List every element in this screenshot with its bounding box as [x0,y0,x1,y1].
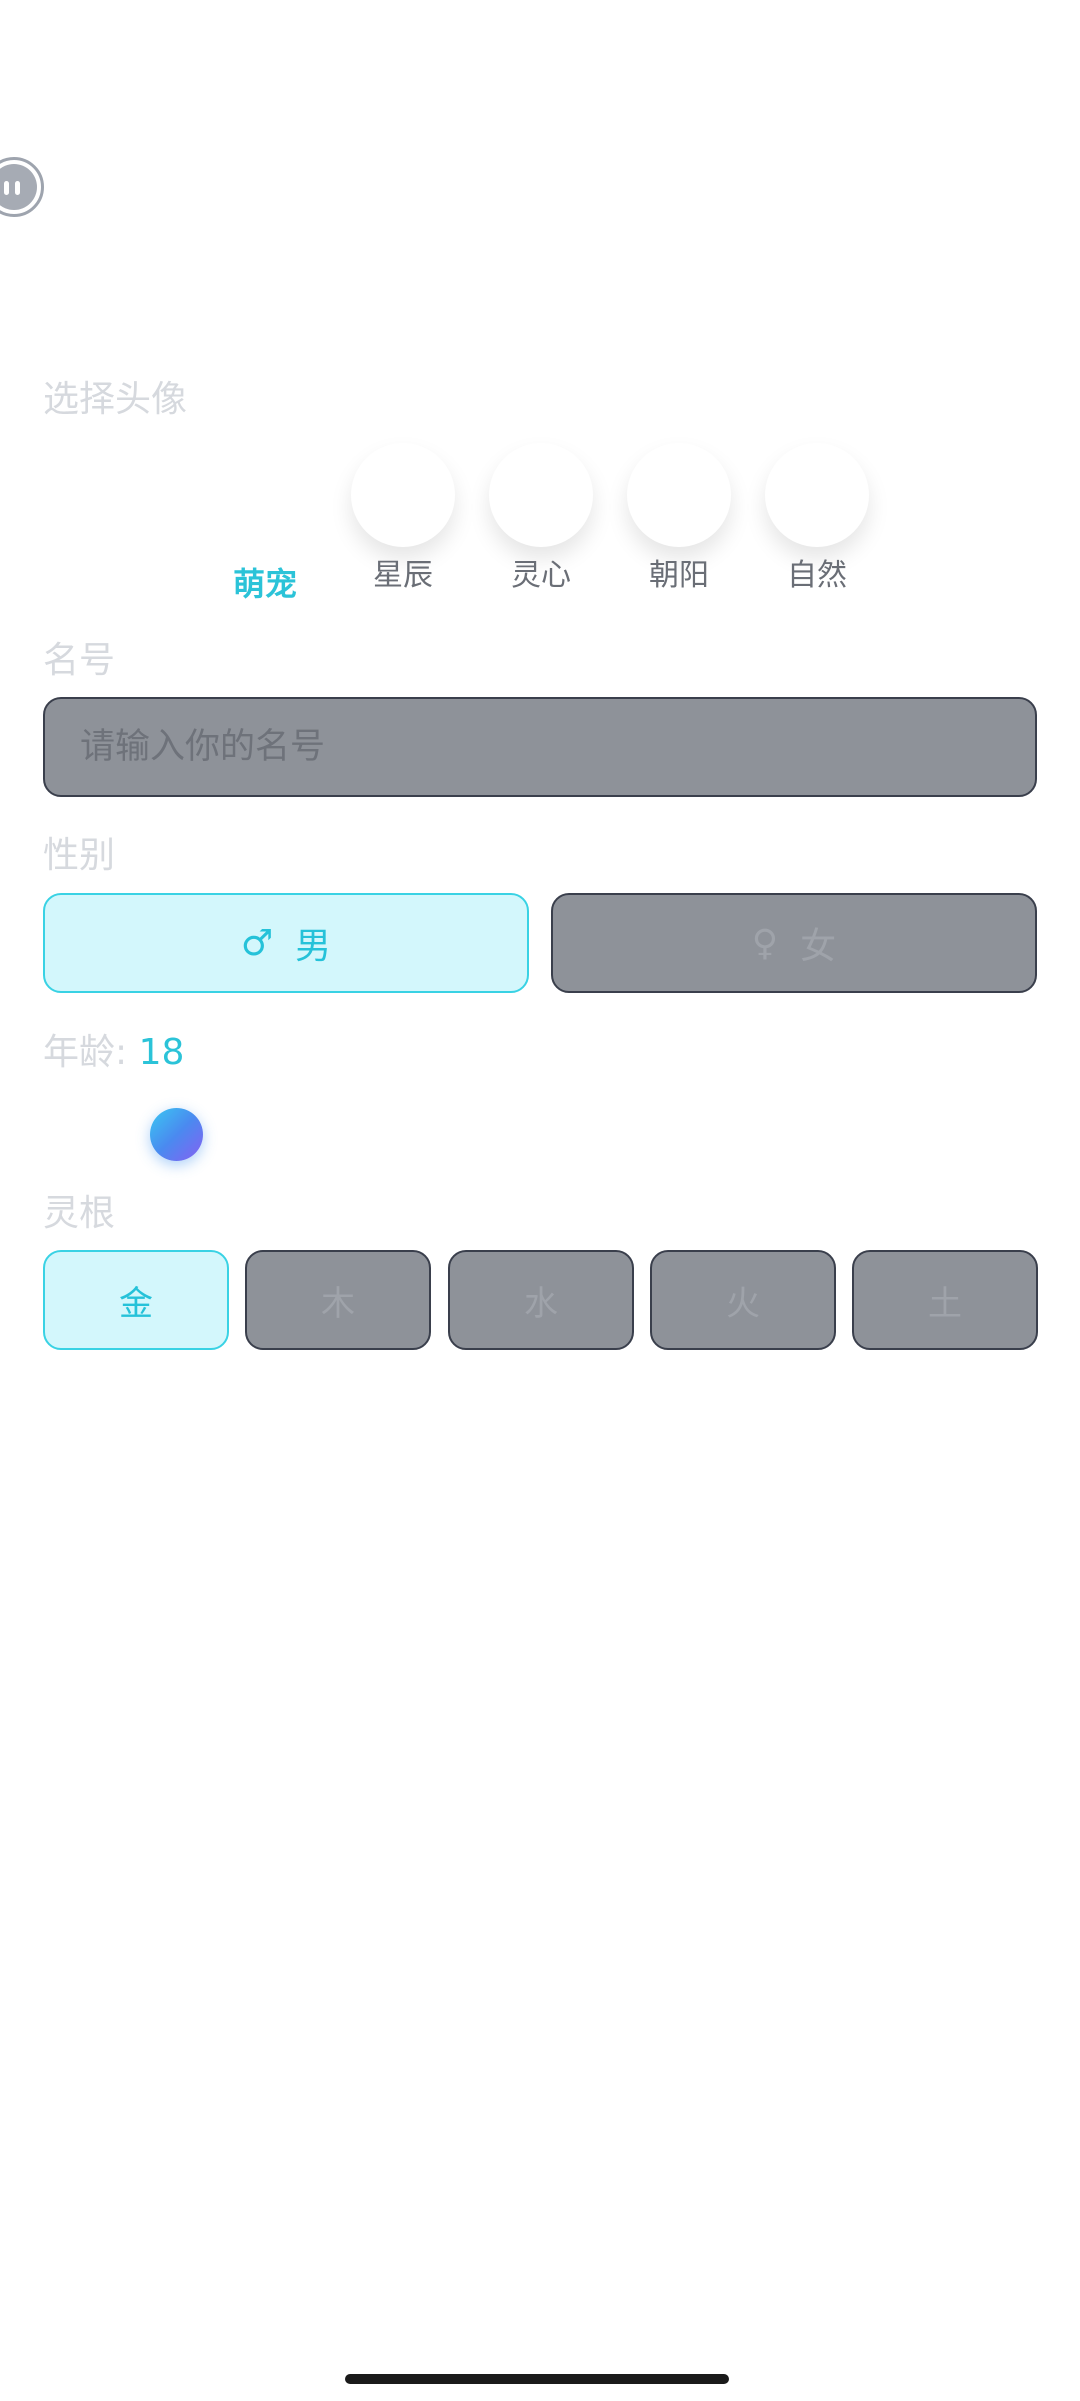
mascot-left-eye [4,181,9,195]
avatar-circle [489,443,593,547]
spirit-root-earth-button[interactable]: 土 [852,1250,1038,1350]
avatar-section-label: 选择头像 [43,379,188,420]
spirit-root-label: 水 [524,1283,558,1324]
avatar-circle [627,443,731,547]
spirit-root-label: 火 [726,1283,760,1324]
spirit-root-label: 土 [928,1283,962,1324]
avatar-option-label: 萌宠 [232,565,297,603]
spirit-root-fire-button[interactable]: 火 [650,1250,836,1350]
gender-female-label: 女 [800,926,837,967]
avatar-option-pet[interactable]: 萌宠 [211,568,319,600]
mascot-right-eye [15,181,20,195]
spirit-root-label: 金 [119,1283,153,1324]
avatar-option-label: 星辰 [373,558,433,593]
gender-male-button[interactable]: ♂ 男 [43,893,529,993]
avatar-option-spirit[interactable]: 灵心 [487,443,595,591]
avatar-option-label: 朝阳 [649,558,709,593]
female-symbol-icon: ♀ [751,922,779,964]
name-section-label: 名号 [43,640,116,681]
spirit-root-metal-button[interactable]: 金 [43,1250,229,1350]
avatar-option-label: 灵心 [511,558,571,593]
avatar-option-stars[interactable]: 星辰 [349,443,457,591]
mascot-face [0,164,37,210]
gender-female-button[interactable]: ♀ 女 [551,893,1037,993]
avatar-circle [351,443,455,547]
name-input[interactable] [43,697,1037,797]
avatar-option-label: 自然 [787,558,847,593]
age-section-label: 年龄: 18 [43,1035,184,1071]
avatar-option-sunrise[interactable]: 朝阳 [625,443,733,591]
spirit-root-section-label: 灵根 [43,1193,116,1234]
spirit-root-wood-button[interactable]: 木 [245,1250,431,1350]
gender-male-label: 男 [295,926,332,967]
male-symbol-icon: ♂ [240,922,274,964]
gender-section-label: 性别 [43,835,116,876]
age-slider-thumb[interactable] [150,1108,203,1161]
age-value: 18 [138,1032,185,1073]
avatar-circle [765,443,869,547]
home-indicator[interactable] [345,2374,729,2384]
age-label: 年龄: [43,1032,139,1073]
avatar-option-nature[interactable]: 自然 [763,443,871,591]
spirit-root-water-button[interactable]: 水 [448,1250,634,1350]
mascot-icon[interactable] [0,157,44,217]
spirit-root-label: 木 [321,1283,355,1324]
